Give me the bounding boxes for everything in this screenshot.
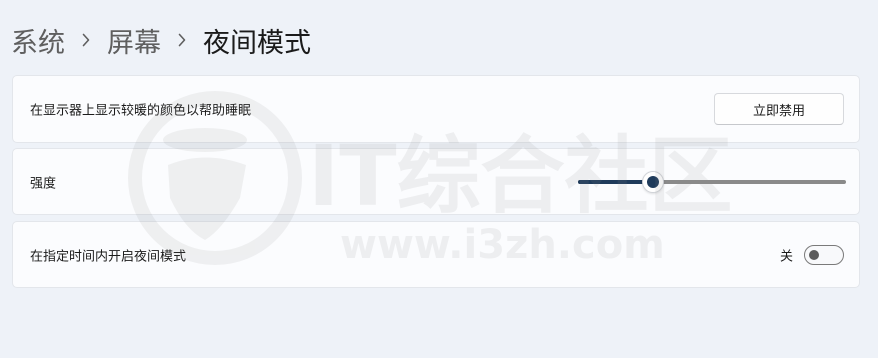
strength-label: 强度 xyxy=(30,176,57,191)
strength-card: 强度 xyxy=(12,148,860,215)
schedule-card: 在指定时间内开启夜间模式 关 xyxy=(12,221,860,288)
breadcrumb-item-display[interactable]: 屏幕 xyxy=(107,21,161,60)
chevron-right-icon xyxy=(161,20,203,60)
disable-now-button[interactable]: 立即禁用 xyxy=(714,93,844,125)
slider-thumb[interactable] xyxy=(642,170,664,193)
page-title: 夜间模式 xyxy=(203,27,311,59)
schedule-toggle[interactable] xyxy=(804,244,844,265)
toggle-knob xyxy=(809,249,819,260)
breadcrumb: 系统 屏幕 夜间模式 xyxy=(11,20,311,60)
strength-slider[interactable] xyxy=(578,170,846,193)
chevron-right-icon xyxy=(65,20,107,60)
night-light-description: 在显示器上显示较暖的颜色以帮助睡眠 xyxy=(30,103,252,119)
toggle-state-label: 关 xyxy=(779,249,793,264)
schedule-label: 在指定时间内开启夜间模式 xyxy=(30,249,187,264)
slider-thumb-dot xyxy=(647,175,659,188)
night-light-card: 在显示器上显示较暖的颜色以帮助睡眠 立即禁用 xyxy=(12,75,860,143)
breadcrumb-item-system[interactable]: 系统 xyxy=(11,21,65,60)
